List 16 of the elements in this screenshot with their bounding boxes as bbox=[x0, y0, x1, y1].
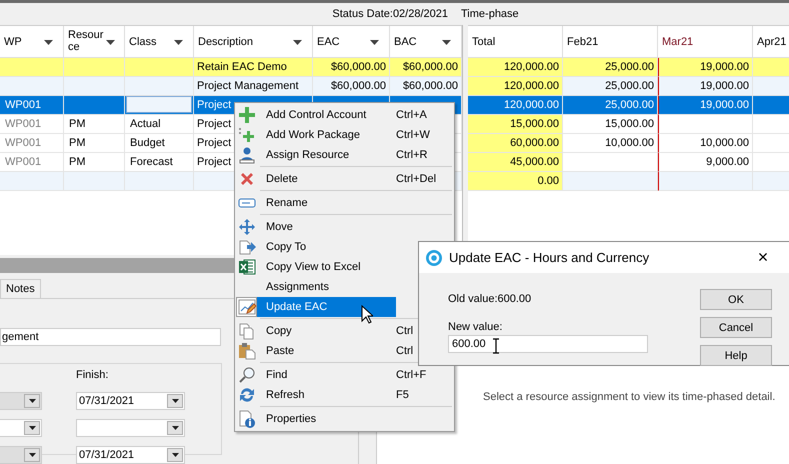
column-header: Total bbox=[468, 26, 563, 57]
table-cell: 120,000.00 bbox=[468, 58, 563, 77]
dialog-title: Update EAC - Hours and Currency bbox=[449, 250, 650, 265]
field-label: New value: bbox=[448, 321, 504, 333]
table-cell: 120,000.00 bbox=[468, 77, 563, 96]
status-date: Status Date:02/28/2021 bbox=[332, 8, 448, 20]
empty-message: Select a resource assignment to view its time-phased detail. bbox=[483, 391, 776, 403]
column-header: Apr21 bbox=[753, 26, 789, 57]
field-label: Finish: bbox=[76, 369, 110, 383]
table-cell: 15,000.00 bbox=[468, 115, 563, 134]
panel-title: Time-phase bbox=[460, 8, 519, 20]
column-header: Feb21 bbox=[563, 26, 658, 57]
column-header: Mar21 bbox=[658, 26, 753, 57]
table-cell: 0.00 bbox=[468, 172, 563, 191]
table-cell: 60,000.00 bbox=[468, 134, 563, 153]
table-cell: 45,000.00 bbox=[468, 153, 563, 172]
